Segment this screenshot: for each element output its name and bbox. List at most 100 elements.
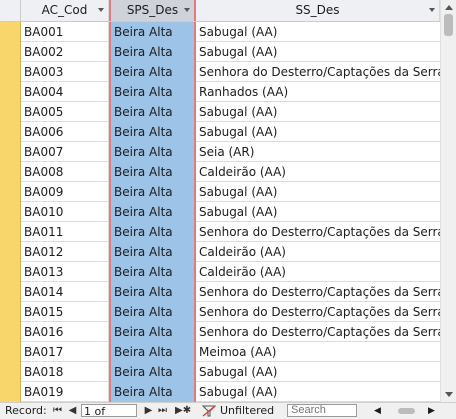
row-selector[interactable]: [0, 362, 21, 382]
cell-sps-des[interactable]: Beira Alta: [109, 42, 196, 62]
cell-ac-cod[interactable]: BA008: [21, 162, 109, 182]
cell-ss-des[interactable]: Senhora do Desterro/Captações da Serra: [196, 222, 440, 242]
cell-sps-des[interactable]: Beira Alta: [109, 62, 196, 82]
cell-ac-cod[interactable]: BA018: [21, 362, 109, 382]
current-record-field[interactable]: 1 of 9394: [81, 404, 137, 419]
row-selector[interactable]: [0, 102, 21, 122]
cell-ss-des[interactable]: Sabugal (AA): [196, 22, 440, 42]
dropdown-arrow-icon[interactable]: [98, 8, 104, 12]
row-selector[interactable]: [0, 262, 21, 282]
cell-sps-des[interactable]: Beira Alta: [109, 262, 196, 282]
row-selector[interactable]: [0, 42, 21, 62]
row-selector[interactable]: [0, 222, 21, 242]
table-row[interactable]: BA009 Beira Alta Sabugal (AA): [0, 182, 440, 202]
table-row[interactable]: BA006 Beira Alta Sabugal (AA): [0, 122, 440, 142]
cell-ac-cod[interactable]: BA016: [21, 322, 109, 342]
row-selector[interactable]: [0, 382, 21, 402]
row-selector[interactable]: [0, 22, 21, 42]
select-all-box[interactable]: [0, 0, 21, 21]
horizontal-scroll-thumb[interactable]: [398, 408, 415, 414]
cell-sps-des[interactable]: Beira Alta: [109, 322, 196, 342]
cell-sps-des[interactable]: Beira Alta: [109, 182, 196, 202]
cell-ss-des[interactable]: Senhora do Desterro/Captações da Serra: [196, 322, 440, 342]
cell-ac-cod[interactable]: BA014: [21, 282, 109, 302]
row-selector[interactable]: [0, 142, 21, 162]
row-selector[interactable]: [0, 162, 21, 182]
search-input[interactable]: [287, 404, 357, 417]
table-row[interactable]: BA008 Beira Alta Caldeirão (AA): [0, 162, 440, 182]
table-row[interactable]: BA003 Beira Alta Senhora do Desterro/Capta…: [0, 62, 440, 82]
cell-ss-des[interactable]: Seia (AR): [196, 142, 440, 162]
cell-ac-cod[interactable]: BA013: [21, 262, 109, 282]
row-selector[interactable]: [0, 122, 21, 142]
cell-ss-des[interactable]: Ranhados (AA): [196, 82, 440, 102]
row-selector[interactable]: [0, 202, 21, 222]
cell-ac-cod[interactable]: BA004: [21, 82, 109, 102]
cell-ac-cod[interactable]: BA005: [21, 102, 109, 122]
row-selector[interactable]: [0, 282, 21, 302]
cell-sps-des[interactable]: Beira Alta: [109, 222, 196, 242]
cell-sps-des[interactable]: Beira Alta: [109, 122, 196, 142]
table-row[interactable]: BA001 Beira Alta Sabugal (AA): [0, 22, 440, 42]
row-selector[interactable]: [0, 322, 21, 342]
cell-sps-des[interactable]: Beira Alta: [109, 102, 196, 122]
cell-ss-des[interactable]: Sabugal (AA): [196, 122, 440, 142]
cell-ss-des[interactable]: Sabugal (AA): [196, 362, 440, 382]
cell-ac-cod[interactable]: BA010: [21, 202, 109, 222]
table-row[interactable]: BA010 Beira Alta Sabugal (AA): [0, 202, 440, 222]
cell-ss-des[interactable]: Caldeirão (AA): [196, 262, 440, 282]
scroll-down-arrow-icon[interactable]: [445, 392, 453, 397]
table-row[interactable]: BA014 Beira Alta Senhora do Desterro/Capta…: [0, 282, 440, 302]
dropdown-arrow-icon[interactable]: [429, 8, 435, 12]
table-row[interactable]: BA013 Beira Alta Caldeirão (AA): [0, 262, 440, 282]
table-row[interactable]: BA018 Beira Alta Sabugal (AA): [0, 362, 440, 382]
cell-ss-des[interactable]: Sabugal (AA): [196, 382, 440, 402]
first-record-icon[interactable]: ⏮: [52, 403, 63, 419]
cell-ac-cod[interactable]: BA006: [21, 122, 109, 142]
scroll-right-arrow-icon[interactable]: ▶: [428, 403, 438, 419]
cell-ac-cod[interactable]: BA019: [21, 382, 109, 402]
cell-ss-des[interactable]: Senhora do Desterro/Captações da Serra: [196, 282, 440, 302]
cell-ac-cod[interactable]: BA017: [21, 342, 109, 362]
cell-sps-des[interactable]: Beira Alta: [109, 342, 196, 362]
table-row[interactable]: BA002 Beira Alta Sabugal (AA): [0, 42, 440, 62]
table-row[interactable]: BA007 Beira Alta Seia (AR): [0, 142, 440, 162]
row-selector[interactable]: [0, 302, 21, 322]
cell-sps-des[interactable]: Beira Alta: [109, 22, 196, 42]
cell-ss-des[interactable]: Sabugal (AA): [196, 202, 440, 222]
table-row[interactable]: BA011 Beira Alta Senhora do Desterro/Capta…: [0, 222, 440, 242]
scroll-thumb[interactable]: [444, 14, 453, 36]
row-selector[interactable]: [0, 342, 21, 362]
cell-ss-des[interactable]: Senhora do Desterro/Captações da Serra: [196, 62, 440, 82]
cell-sps-des[interactable]: Beira Alta: [109, 362, 196, 382]
vertical-scrollbar[interactable]: [440, 0, 456, 402]
cell-sps-des[interactable]: Beira Alta: [109, 162, 196, 182]
scroll-up-arrow-icon[interactable]: [445, 5, 453, 10]
cell-ac-cod[interactable]: BA015: [21, 302, 109, 322]
column-header-ac-cod[interactable]: AC_Cod: [21, 0, 109, 21]
cell-sps-des[interactable]: Beira Alta: [109, 242, 196, 262]
filter-status-button[interactable]: Unfiltered: [220, 403, 274, 419]
cell-sps-des[interactable]: Beira Alta: [109, 282, 196, 302]
cell-ac-cod[interactable]: BA009: [21, 182, 109, 202]
cell-ss-des[interactable]: Sabugal (AA): [196, 182, 440, 202]
table-row[interactable]: BA016 Beira Alta Senhora do Desterro/Capta…: [0, 322, 440, 342]
row-selector[interactable]: [0, 242, 21, 262]
table-row[interactable]: BA017 Beira Alta Meimoa (AA): [0, 342, 440, 362]
previous-record-icon[interactable]: ◀: [67, 403, 78, 419]
last-record-icon[interactable]: ⏭: [157, 403, 168, 419]
dropdown-arrow-icon[interactable]: [184, 8, 190, 12]
cell-ss-des[interactable]: Sabugal (AA): [196, 42, 440, 62]
cell-ac-cod[interactable]: BA011: [21, 222, 109, 242]
cell-ac-cod[interactable]: BA002: [21, 42, 109, 62]
cell-ss-des[interactable]: Meimoa (AA): [196, 342, 440, 362]
table-row[interactable]: BA012 Beira Alta Caldeirão (AA): [0, 242, 440, 262]
cell-ss-des[interactable]: Caldeirão (AA): [196, 242, 440, 262]
table-row[interactable]: BA005 Beira Alta Sabugal (AA): [0, 102, 440, 122]
cell-sps-des[interactable]: Beira Alta: [109, 142, 196, 162]
cell-sps-des[interactable]: Beira Alta: [109, 302, 196, 322]
cell-ac-cod[interactable]: BA001: [21, 22, 109, 42]
row-selector[interactable]: [0, 82, 21, 102]
row-selector[interactable]: [0, 182, 21, 202]
cell-sps-des[interactable]: Beira Alta: [109, 382, 196, 402]
